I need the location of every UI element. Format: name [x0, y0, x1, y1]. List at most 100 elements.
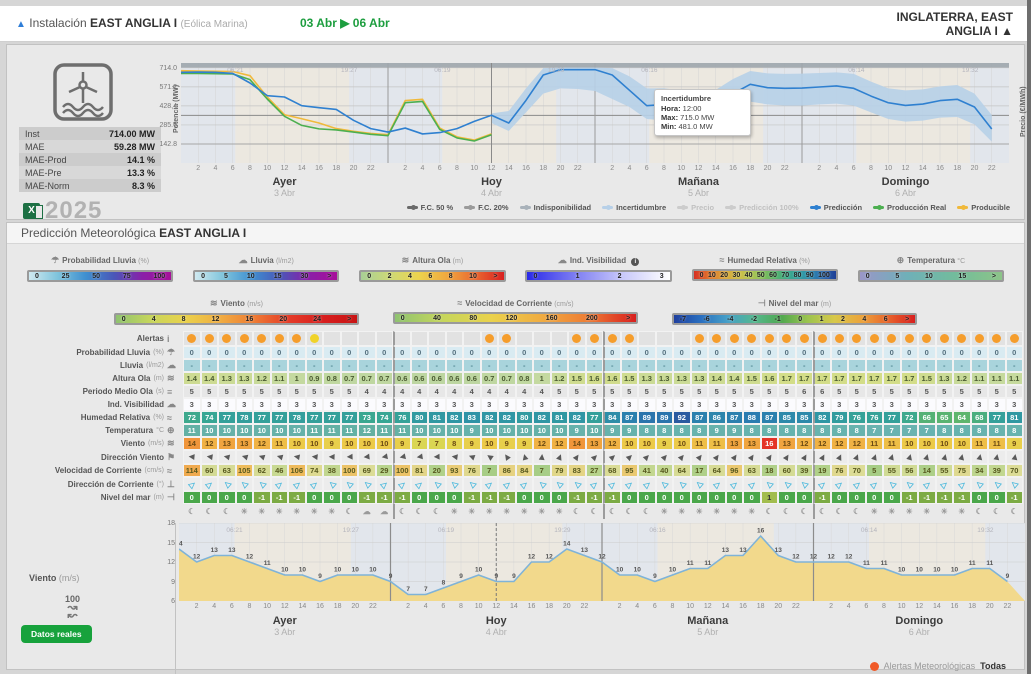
- cell-dirviento[interactable]: ▶: [936, 450, 954, 464]
- cell-altura[interactable]: 1.4: [708, 372, 726, 385]
- cell-viento[interactable]: 12: [533, 437, 551, 450]
- cell-lluvia[interactable]: -: [603, 359, 621, 372]
- cell-vis[interactable]: 3: [236, 398, 254, 411]
- cell-sky[interactable]: ☾: [201, 504, 219, 519]
- cell-humedad[interactable]: 82: [533, 411, 551, 424]
- cell-periodo[interactable]: 5: [253, 385, 271, 398]
- cell-vis[interactable]: 3: [411, 398, 429, 411]
- cell-alertas[interactable]: [341, 331, 359, 346]
- cell-sky[interactable]: ☀: [936, 504, 954, 519]
- cell-nivel[interactable]: -1: [288, 491, 306, 504]
- cell-altura[interactable]: 1.7: [848, 372, 866, 385]
- cell-temp[interactable]: 11: [183, 424, 201, 437]
- cell-alertas[interactable]: [866, 331, 884, 346]
- cell-alertas[interactable]: [971, 331, 989, 346]
- cell-sky[interactable]: ☀: [498, 504, 516, 519]
- cell-periodo[interactable]: 4: [446, 385, 464, 398]
- cell-humedad[interactable]: 73: [358, 411, 376, 424]
- cell-velcorr[interactable]: 27: [586, 464, 604, 477]
- cell-altura[interactable]: 0.7: [498, 372, 516, 385]
- cell-dirviento[interactable]: ▶: [673, 450, 691, 464]
- cell-temp[interactable]: 8: [848, 424, 866, 437]
- cell-velcorr[interactable]: 34: [971, 464, 989, 477]
- cell-viento[interactable]: 9: [656, 437, 674, 450]
- alert-icon[interactable]: [905, 334, 914, 343]
- legend-item[interactable]: Indisponibilidad: [520, 203, 592, 212]
- cell-sky[interactable]: ☀: [253, 504, 271, 519]
- cell-periodo[interactable]: 5: [621, 385, 639, 398]
- cell-nivel[interactable]: -1: [1006, 491, 1024, 504]
- cell-viento[interactable]: 9: [516, 437, 534, 450]
- cell-sky[interactable]: ☾: [218, 504, 236, 519]
- cell-humedad[interactable]: 77: [586, 411, 604, 424]
- cell-vis[interactable]: 3: [376, 398, 394, 411]
- cell-vis[interactable]: 3: [796, 398, 814, 411]
- cell-periodo[interactable]: 6: [796, 385, 814, 398]
- cell-nivel[interactable]: 0: [971, 491, 989, 504]
- cell-velcorr[interactable]: 76: [463, 464, 481, 477]
- cell-temp[interactable]: 7: [883, 424, 901, 437]
- cell-periodo[interactable]: 4: [411, 385, 429, 398]
- cell-prob[interactable]: 0: [428, 346, 446, 359]
- cell-dircorr[interactable]: ▷: [341, 477, 359, 491]
- cell-dirviento[interactable]: ▶: [323, 450, 341, 464]
- cell-sky[interactable]: ☀: [516, 504, 534, 519]
- cell-dirviento[interactable]: ▶: [358, 450, 376, 464]
- cell-alertas[interactable]: [918, 331, 936, 346]
- cell-lluvia[interactable]: -: [568, 359, 586, 372]
- cell-vis[interactable]: 3: [586, 398, 604, 411]
- cell-altura[interactable]: 0.7: [481, 372, 499, 385]
- cell-dircorr[interactable]: ▷: [603, 477, 621, 491]
- wind-chart[interactable]: 1412131312111010910101097789109912121413…: [179, 523, 1025, 601]
- cell-sky[interactable]: ☾: [428, 504, 446, 519]
- cell-alertas[interactable]: [568, 331, 586, 346]
- cell-dircorr[interactable]: ▷: [691, 477, 709, 491]
- cell-viento[interactable]: 10: [288, 437, 306, 450]
- cell-sky[interactable]: ☀: [743, 504, 761, 519]
- cell-temp[interactable]: 8: [936, 424, 954, 437]
- cell-dirviento[interactable]: ▶: [218, 450, 236, 464]
- cell-dircorr[interactable]: ▷: [271, 477, 289, 491]
- cell-alertas[interactable]: [813, 331, 831, 346]
- cell-altura[interactable]: 1.3: [638, 372, 656, 385]
- cell-humedad[interactable]: 87: [761, 411, 779, 424]
- cell-vis[interactable]: 3: [551, 398, 569, 411]
- cell-temp[interactable]: 9: [603, 424, 621, 437]
- cell-velcorr[interactable]: 83: [568, 464, 586, 477]
- cell-viento[interactable]: 14: [568, 437, 586, 450]
- cell-vis[interactable]: 3: [691, 398, 709, 411]
- cell-periodo[interactable]: 5: [236, 385, 254, 398]
- cell-altura[interactable]: 1.7: [866, 372, 884, 385]
- cell-temp[interactable]: 8: [831, 424, 849, 437]
- cell-sky[interactable]: ☾: [831, 504, 849, 519]
- cell-sky[interactable]: ☾: [586, 504, 604, 519]
- cell-altura[interactable]: 1.1: [271, 372, 289, 385]
- cell-altura[interactable]: 1.3: [936, 372, 954, 385]
- cell-viento[interactable]: 10: [953, 437, 971, 450]
- cell-humedad[interactable]: 72: [901, 411, 919, 424]
- cell-dirviento[interactable]: ▶: [691, 450, 709, 464]
- cell-altura[interactable]: 0.7: [376, 372, 394, 385]
- cell-temp[interactable]: 10: [516, 424, 534, 437]
- cell-lluvia[interactable]: -: [446, 359, 464, 372]
- cell-dircorr[interactable]: ▷: [796, 477, 814, 491]
- cell-viento[interactable]: 11: [883, 437, 901, 450]
- cell-altura[interactable]: 0.8: [516, 372, 534, 385]
- cell-alertas[interactable]: [743, 331, 761, 346]
- cell-alertas[interactable]: [691, 331, 709, 346]
- cell-humedad[interactable]: 77: [306, 411, 324, 424]
- alert-icon[interactable]: [485, 334, 494, 343]
- cell-temp[interactable]: 11: [306, 424, 324, 437]
- cell-prob[interactable]: 0: [568, 346, 586, 359]
- cell-prob[interactable]: 0: [376, 346, 394, 359]
- cell-dirviento[interactable]: ▶: [778, 450, 796, 464]
- cell-lluvia[interactable]: -: [358, 359, 376, 372]
- legend-item[interactable]: Precio: [677, 203, 714, 212]
- cell-dircorr[interactable]: ▷: [358, 477, 376, 491]
- excel-export[interactable]: X 2025: [23, 197, 102, 225]
- cell-viento[interactable]: 13: [778, 437, 796, 450]
- cell-humedad[interactable]: 78: [288, 411, 306, 424]
- cell-nivel[interactable]: -1: [936, 491, 954, 504]
- alert-icon[interactable]: [205, 334, 214, 343]
- cell-velcorr[interactable]: 39: [796, 464, 814, 477]
